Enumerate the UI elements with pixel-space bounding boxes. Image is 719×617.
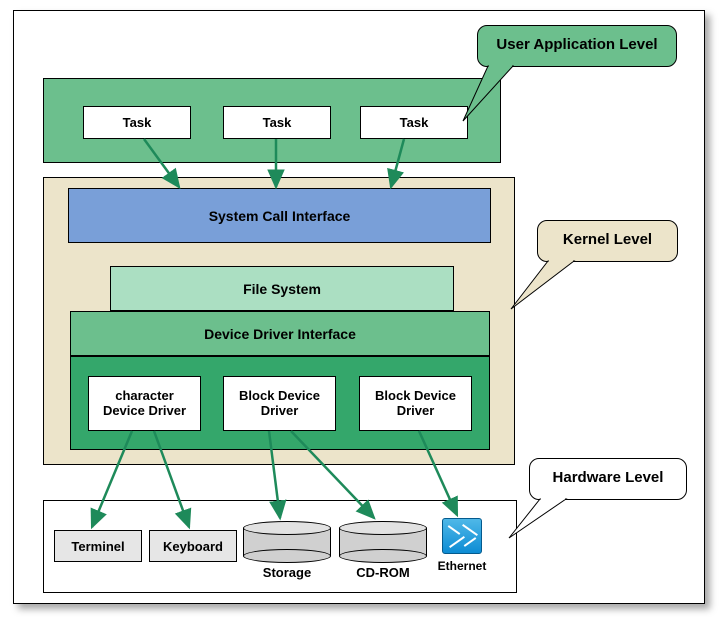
device-driver-interface-label: Device Driver Interface: [204, 326, 356, 342]
task-label-1: Task: [123, 115, 152, 130]
storage-cylinder: Storage: [243, 521, 331, 563]
block2-l2: Driver: [397, 404, 435, 419]
diagram-frame: User Application Level Task Task Task Ke…: [13, 10, 705, 604]
callout-kernel-level: Kernel Level: [537, 220, 678, 262]
task-label-2: Task: [263, 115, 292, 130]
file-system-box: File System: [110, 266, 454, 311]
block-device-driver-box-1: Block Device Driver: [223, 376, 336, 431]
char-driver-l1: character: [115, 389, 174, 404]
storage-label: Storage: [243, 565, 331, 580]
device-driver-interface-box: Device Driver Interface: [70, 311, 490, 356]
user-app-container: Task Task Task: [43, 78, 501, 163]
task-box-3: Task: [360, 106, 468, 139]
callout-user-app-label: User Application Level: [496, 36, 657, 53]
keyboard-label: Keyboard: [163, 539, 223, 554]
ethernet-label: Ethernet: [430, 559, 494, 573]
ethernet-icon: [442, 518, 482, 554]
terminal-box: Terminel: [54, 530, 142, 562]
cdrom-cylinder: CD-ROM: [339, 521, 427, 563]
callout-hardware-level: Hardware Level: [529, 458, 687, 500]
system-call-label: System Call Interface: [209, 208, 351, 224]
callout-user-app-level: User Application Level: [477, 25, 677, 67]
terminal-label: Terminel: [71, 539, 124, 554]
task-box-1: Task: [83, 106, 191, 139]
char-driver-l2: Device Driver: [103, 404, 186, 419]
block1-l2: Driver: [261, 404, 299, 419]
block1-l1: Block Device: [239, 389, 320, 404]
callout-kernel-label: Kernel Level: [563, 231, 652, 248]
keyboard-box: Keyboard: [149, 530, 237, 562]
cdrom-label: CD-ROM: [339, 565, 427, 580]
block2-l1: Block Device: [375, 389, 456, 404]
task-label-3: Task: [400, 115, 429, 130]
device-driver-container: character Device Driver Block Device Dri…: [70, 356, 490, 450]
char-device-driver-box: character Device Driver: [88, 376, 201, 431]
system-call-interface-box: System Call Interface: [68, 188, 491, 243]
file-system-label: File System: [243, 281, 321, 297]
task-box-2: Task: [223, 106, 331, 139]
callout-hardware-label: Hardware Level: [553, 469, 664, 486]
block-device-driver-box-2: Block Device Driver: [359, 376, 472, 431]
diagram-canvas: User Application Level Task Task Task Ke…: [0, 0, 719, 617]
